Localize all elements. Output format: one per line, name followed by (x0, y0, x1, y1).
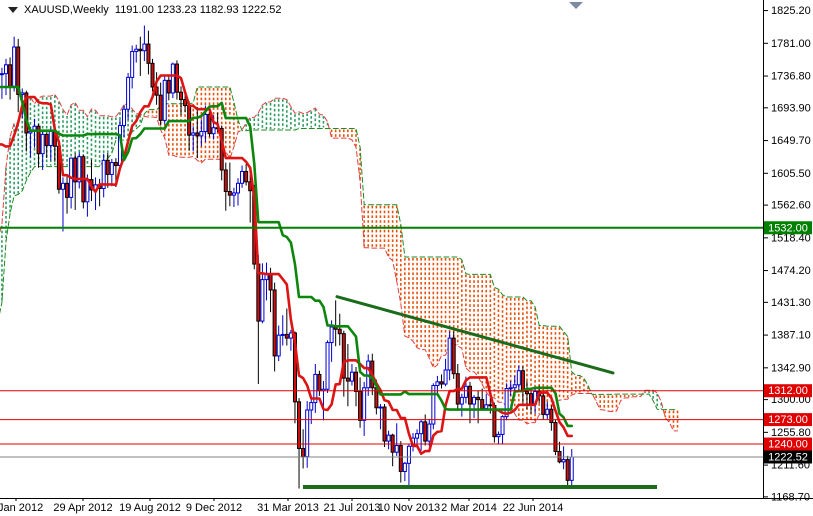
x-date-label: 29 Apr 2012 (53, 502, 112, 514)
horizontal-level-lines[interactable] (0, 226, 763, 458)
senkou-span-a-line (0, 93, 679, 432)
y-tick-label: 1431.30 (771, 297, 811, 309)
kijun-sen-line (0, 85, 573, 428)
x-date-label: 22 Jun 2014 (503, 502, 564, 514)
y-tick-label: 1342.90 (771, 362, 811, 374)
price-badge-label: 1312.00 (768, 385, 808, 397)
time-axis[interactable]: 8 Jan 2012 29 Apr 2012 19 Aug 2012 9 Dec 20… (0, 498, 563, 514)
price-axis[interactable]: 1825.20 1781.00 1736.80 1693.90 1649.70 1605.… (764, 5, 812, 503)
y-tick-label: 1387.10 (771, 330, 811, 342)
chart-title: XAUUSD,Weekly 1191.00 1233.23 1182.93 12… (8, 3, 281, 17)
price-badge-label: 1222.52 (768, 452, 808, 464)
price-badge-label: 1240.00 (768, 439, 808, 451)
y-tick-label: 1168.70 (771, 491, 810, 503)
y-tick-label: 1693.90 (771, 102, 811, 114)
y-tick-label: 1255.80 (771, 427, 811, 439)
candlesticks (0, 25, 574, 489)
chart-collapse-icon[interactable] (8, 7, 18, 13)
price-chart-canvas[interactable]: 1825.20 1781.00 1736.80 1693.90 1649.70 1605.… (0, 0, 813, 516)
trading-chart-window: 1825.20 1781.00 1736.80 1693.90 1649.70 1605.… (0, 0, 813, 516)
y-tick-label: 1825.20 (771, 5, 811, 17)
y-tick-label: 1649.70 (771, 135, 811, 147)
y-tick-label: 1474.20 (771, 265, 811, 277)
plot-area[interactable] (0, 25, 763, 490)
x-date-label: 21 Jul 2013 (324, 502, 381, 514)
descending-trendline[interactable] (335, 295, 615, 375)
x-date-label: 8 Jan 2012 (0, 502, 43, 514)
x-date-label: 31 Mar 2013 (257, 502, 319, 514)
y-tick-label: 1736.80 (771, 71, 811, 83)
price-badge-label: 1532.00 (768, 222, 808, 234)
x-date-label: 19 Aug 2012 (119, 502, 181, 514)
price-badge-label: 1273.00 (768, 414, 808, 426)
x-date-label: 2 Mar 2014 (441, 502, 497, 514)
y-tick-label: 1781.00 (771, 38, 811, 50)
symbol-timeframe-label: XAUUSD,Weekly (24, 4, 109, 16)
x-date-label: 9 Dec 2012 (186, 502, 242, 514)
chart-shift-marker-icon[interactable] (569, 2, 583, 9)
ohlc-values-label: 1191.00 1233.23 1182.93 1222.52 (114, 4, 282, 16)
y-tick-label: 1562.60 (771, 200, 811, 212)
x-date-label: 10 Nov 2013 (378, 502, 440, 514)
y-tick-label: 1605.50 (771, 168, 811, 180)
